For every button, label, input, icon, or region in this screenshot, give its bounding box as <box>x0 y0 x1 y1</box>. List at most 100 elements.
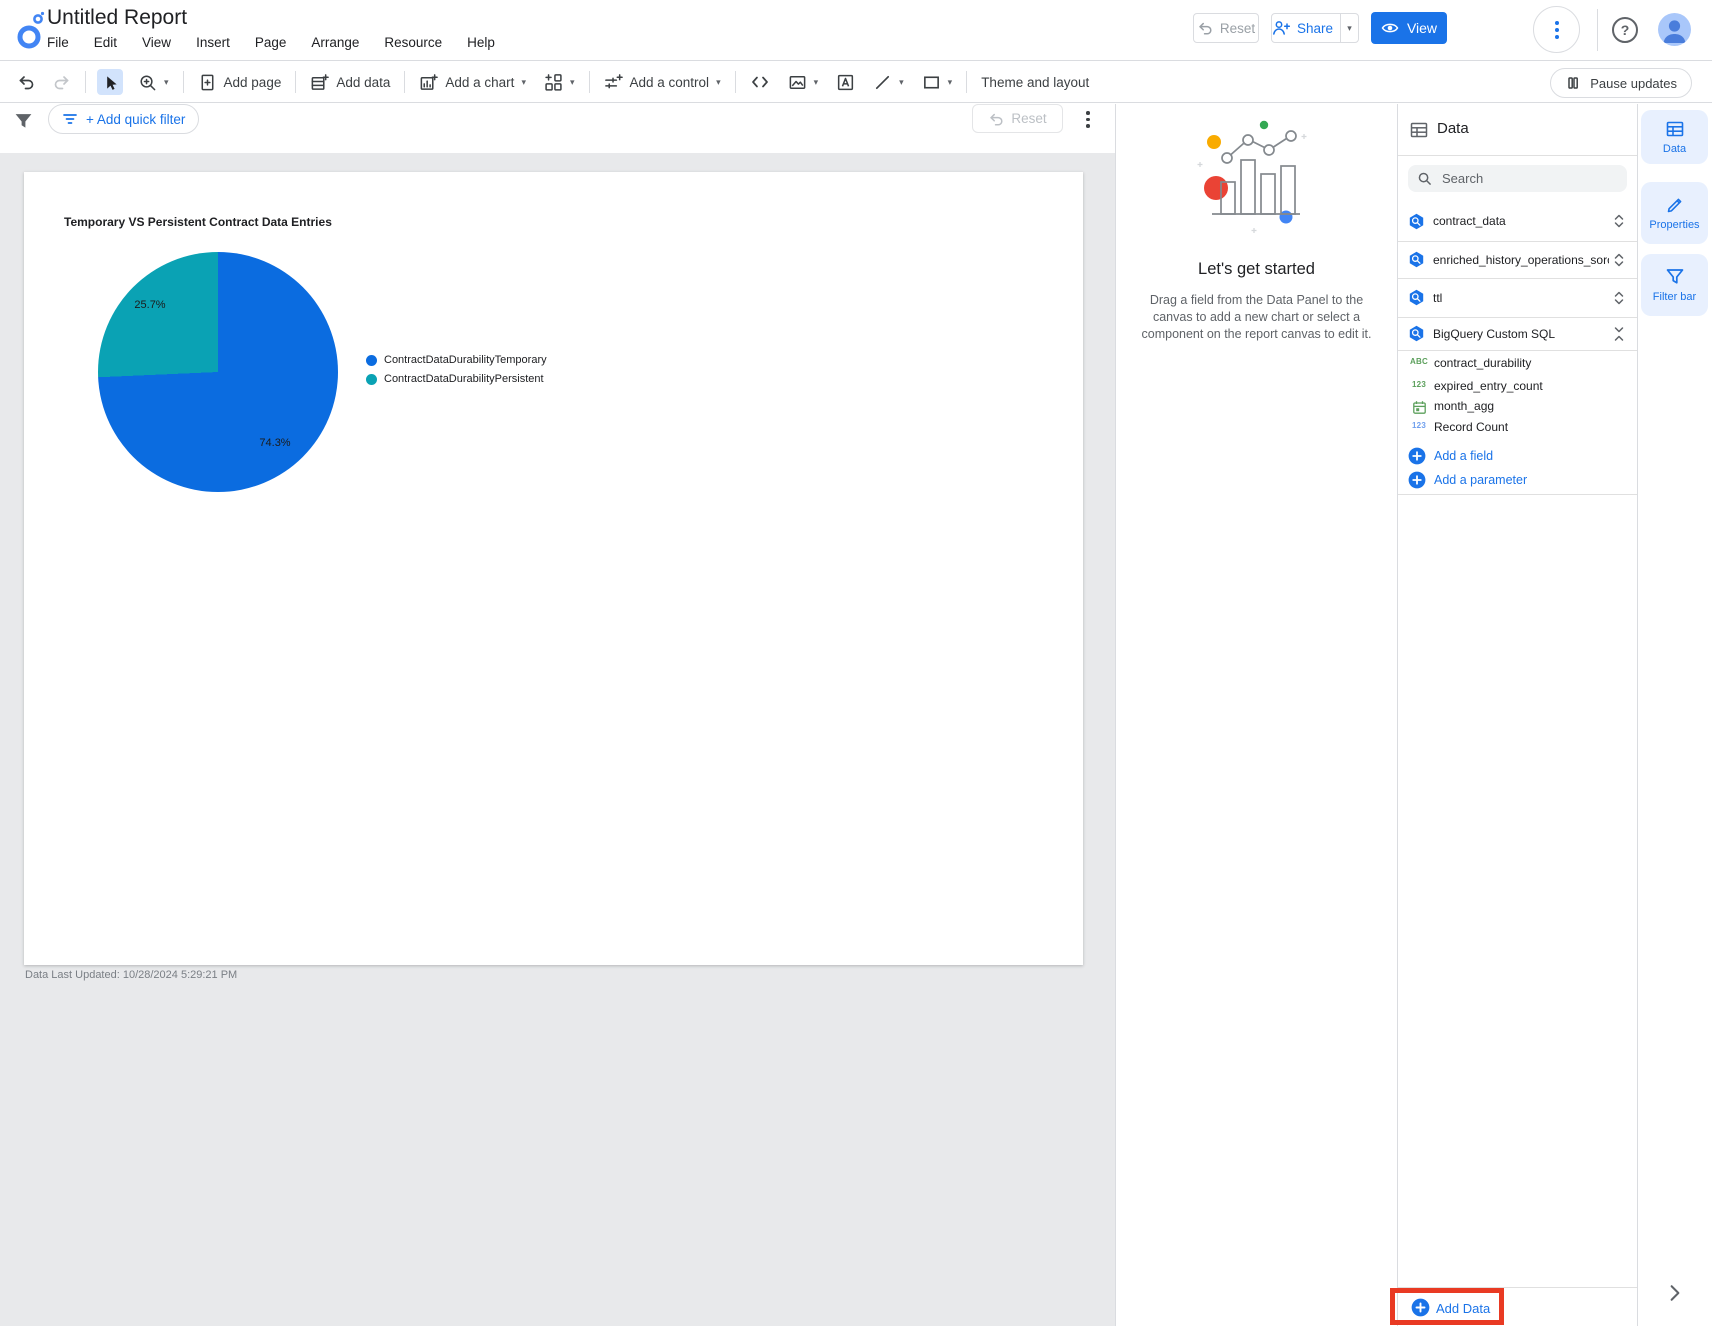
number-type-icon: 123 <box>1412 380 1426 389</box>
add-control-icon <box>604 73 623 88</box>
add-data-highlight-annotation <box>1390 1288 1504 1325</box>
text-box-icon <box>838 74 854 90</box>
toolbar-add-data-button[interactable]: Add data <box>310 73 390 92</box>
add-chart-icon <box>421 73 439 90</box>
view-button[interactable]: View <box>1371 12 1447 44</box>
data-source-row[interactable]: enriched_history_operations_sorob... <box>1398 241 1637 278</box>
filter-bar-more-options-button[interactable] <box>1084 109 1092 130</box>
select-tool-button[interactable] <box>97 69 123 95</box>
chart-illustration <box>1197 120 1307 233</box>
add-a-field-button[interactable]: Add a field <box>1398 446 1637 468</box>
pause-updates-button[interactable]: Pause updates <box>1550 68 1692 98</box>
menu-insert[interactable]: Insert <box>196 35 230 50</box>
filter-list-icon <box>63 114 77 124</box>
line-tool-button[interactable]: ▾ <box>873 73 904 92</box>
header-reset-button[interactable]: Reset <box>1193 13 1259 43</box>
chevron-down-icon: ▾ <box>569 76 575 87</box>
person-add-icon <box>1273 21 1290 35</box>
rectangle-icon <box>923 75 939 89</box>
bigquery-icon <box>1409 289 1424 306</box>
theme-and-layout-button[interactable]: Theme and layout <box>981 75 1089 90</box>
menu-edit[interactable]: Edit <box>94 35 117 50</box>
menu-help[interactable]: Help <box>467 35 495 50</box>
chart-legend: ContractDataDurabilityTemporary Contract… <box>366 353 547 386</box>
redo-icon <box>54 76 69 90</box>
divider <box>1398 350 1637 351</box>
plus-circle-icon <box>1408 447 1426 470</box>
right-rail: Data Properties Filter bar <box>1638 104 1712 1326</box>
search-input[interactable] <box>1440 170 1610 187</box>
community-viz-icon <box>545 73 562 91</box>
data-last-updated-text: Data Last Updated: 10/28/2024 5:29:21 PM <box>25 969 238 981</box>
toolbar-divider <box>295 71 297 93</box>
filter-funnel-icon <box>1666 269 1683 284</box>
toolbar-divider <box>85 71 86 93</box>
undo-icon <box>990 113 1003 126</box>
rail-tab-properties[interactable]: Properties <box>1641 182 1708 244</box>
report-work-area: Temporary VS Persistent Contract Data En… <box>0 153 1115 1326</box>
add-control-button[interactable]: Add a control ▾ <box>604 73 721 92</box>
collapse-panel-chevron-icon[interactable] <box>1668 1284 1682 1302</box>
menu-arrange[interactable]: Arrange <box>311 35 359 50</box>
rail-tab-filter-bar[interactable]: Filter bar <box>1641 254 1708 316</box>
pie-chart[interactable]: 25.7% 74.3% <box>98 252 338 492</box>
unfold-less-icon[interactable] <box>1613 325 1625 343</box>
header-more-options-button[interactable] <box>1533 6 1580 53</box>
rail-tab-data[interactable]: Data <box>1641 110 1708 164</box>
add-chart-button[interactable]: Add a chart ▾ <box>419 73 526 92</box>
eye-icon <box>1381 23 1399 33</box>
filter-funnel-icon <box>15 114 32 128</box>
data-panel-title: Data <box>1437 120 1469 137</box>
data-panel-search[interactable] <box>1408 165 1627 192</box>
data-source-row[interactable]: contract_data <box>1398 201 1637 241</box>
menu-view[interactable]: View <box>142 35 171 50</box>
toolbar-divider <box>588 71 590 93</box>
embed-url-button[interactable] <box>750 72 770 92</box>
field-row[interactable]: 123 expired_entry_count <box>1398 377 1637 397</box>
redo-button[interactable] <box>53 73 71 91</box>
toolbar-divider <box>734 71 736 93</box>
code-icon <box>751 76 768 88</box>
add-a-parameter-button[interactable]: Add a parameter <box>1398 470 1637 492</box>
help-button[interactable]: ? <box>1612 17 1638 43</box>
zoom-icon <box>140 74 156 90</box>
menu-resource[interactable]: Resource <box>384 35 442 50</box>
community-visualizations-button[interactable]: ▾ <box>544 73 575 92</box>
user-avatar[interactable] <box>1658 13 1691 46</box>
share-dropdown-button[interactable]: ▾ <box>1340 14 1358 42</box>
data-tab-icon <box>1666 121 1683 137</box>
add-quick-filter-button[interactable]: + Add quick filter <box>48 104 200 134</box>
image-icon <box>789 75 805 89</box>
unfold-more-icon[interactable] <box>1613 289 1625 307</box>
filter-reset-button[interactable]: Reset <box>972 104 1063 133</box>
data-source-row[interactable]: BigQuery Custom SQL <box>1398 317 1637 350</box>
unfold-more-icon[interactable] <box>1613 212 1625 230</box>
report-canvas-page[interactable]: Temporary VS Persistent Contract Data En… <box>24 172 1083 965</box>
header-divider <box>1597 9 1598 51</box>
text-box-button[interactable] <box>836 73 855 92</box>
legend-item[interactable]: ContractDataDurabilityPersistent <box>366 372 547 386</box>
unfold-more-icon[interactable] <box>1613 251 1625 269</box>
getting-started-heading: Let's get started <box>1198 260 1315 278</box>
legend-item[interactable]: ContractDataDurabilityTemporary <box>366 353 547 367</box>
menu-page[interactable]: Page <box>255 35 287 50</box>
image-button[interactable]: ▾ <box>788 73 818 92</box>
undo-button[interactable] <box>17 73 35 91</box>
field-row[interactable]: 123 Record Count <box>1398 418 1637 438</box>
toolbar-divider <box>182 71 184 93</box>
zoom-tool-button[interactable]: ▾ <box>138 73 169 92</box>
data-panel-icon <box>1410 122 1428 138</box>
add-page-button[interactable]: Add page <box>198 73 281 92</box>
cursor-icon <box>106 75 117 90</box>
shape-tool-button[interactable]: ▾ <box>922 73 952 92</box>
chevron-down-icon: ▾ <box>521 76 526 87</box>
field-row[interactable]: month_agg <box>1398 397 1637 417</box>
field-row[interactable]: ABC contract_durability <box>1398 354 1637 374</box>
report-title[interactable]: Untitled Report <box>47 6 187 30</box>
share-button[interactable]: Share <box>1272 14 1333 42</box>
divider <box>1398 155 1637 156</box>
search-icon <box>1418 172 1431 185</box>
menu-file[interactable]: File <box>47 35 69 50</box>
plus-circle-icon <box>1408 471 1426 494</box>
data-source-row[interactable]: ttl <box>1398 278 1637 317</box>
